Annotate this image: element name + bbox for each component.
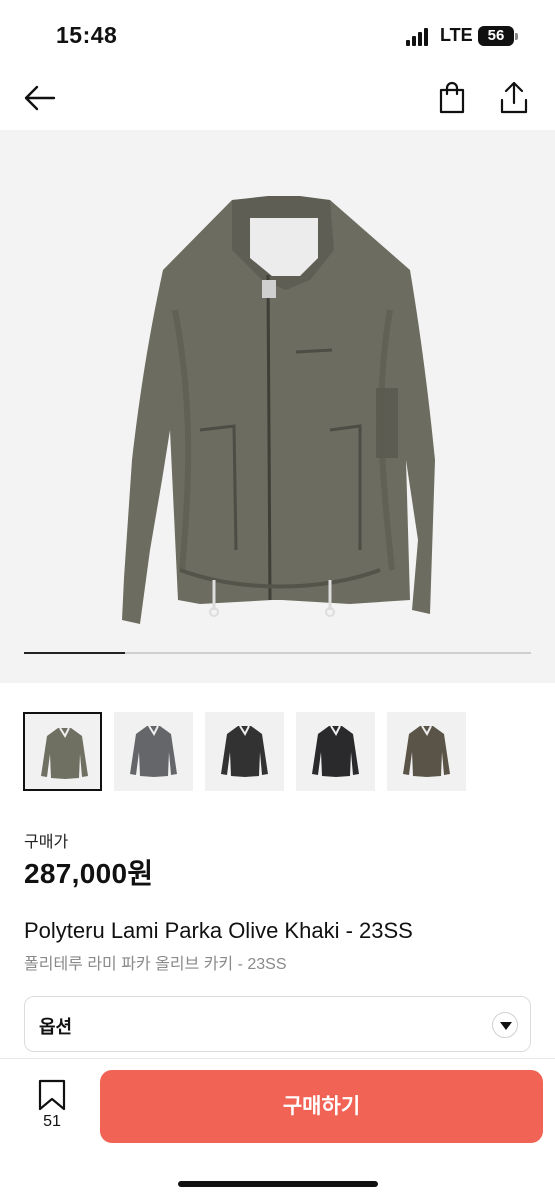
jacket-thumbnail-image [221,725,268,777]
jacket-thumbnail-image [403,725,450,777]
thumbnail-olive[interactable] [23,712,102,791]
thumbnail-khaki-brown[interactable] [387,712,466,791]
option-label: 옵션 [39,1017,73,1037]
arrow-left-icon [24,85,56,111]
battery-icon: 56 [478,26,518,46]
price-label: 구매가 [24,834,69,851]
product-subtitle: 폴리테루 라미 파카 올리브 카키 - 23SS [24,956,287,973]
jacket-thumbnail-image [41,727,88,779]
chevron-down-icon [492,1012,518,1038]
option-select[interactable]: 옵션 [24,996,531,1052]
bookmark-button[interactable]: 51 [30,1077,74,1137]
bookmark-icon [38,1079,66,1111]
product-image-carousel[interactable] [0,130,555,683]
buy-button[interactable]: 구매하기 [100,1070,543,1143]
carousel-progress [24,652,531,654]
status-bar: 15:48 LTE 56 [0,0,555,70]
jacket-thumbnail-image [312,725,359,777]
thumbnail-black[interactable] [296,712,375,791]
product-title: Polyteru Lami Parka Olive Khaki - 23SS [24,918,413,943]
network-type: LTE [440,25,473,45]
status-time: 15:48 [56,22,118,48]
bottom-action-bar: 51 구매하기 [0,1058,555,1200]
carousel-progress-fill [24,652,126,654]
share-icon [500,81,528,114]
price: 287,000원 [24,858,154,889]
thumbnail-charcoal[interactable] [205,712,284,791]
cell-signal-icon [406,28,432,46]
shopping-bag-button[interactable] [432,78,472,118]
thumbnail-strip [23,712,533,792]
home-indicator [178,1181,378,1187]
bookmark-count: 51 [43,1113,61,1130]
share-button[interactable] [494,78,534,118]
product-image [122,196,435,624]
top-navigation [0,70,555,130]
thumbnail-gray[interactable] [114,712,193,791]
back-button[interactable] [20,78,60,118]
jacket-thumbnail-image [130,725,177,777]
shopping-bag-icon [439,81,465,114]
